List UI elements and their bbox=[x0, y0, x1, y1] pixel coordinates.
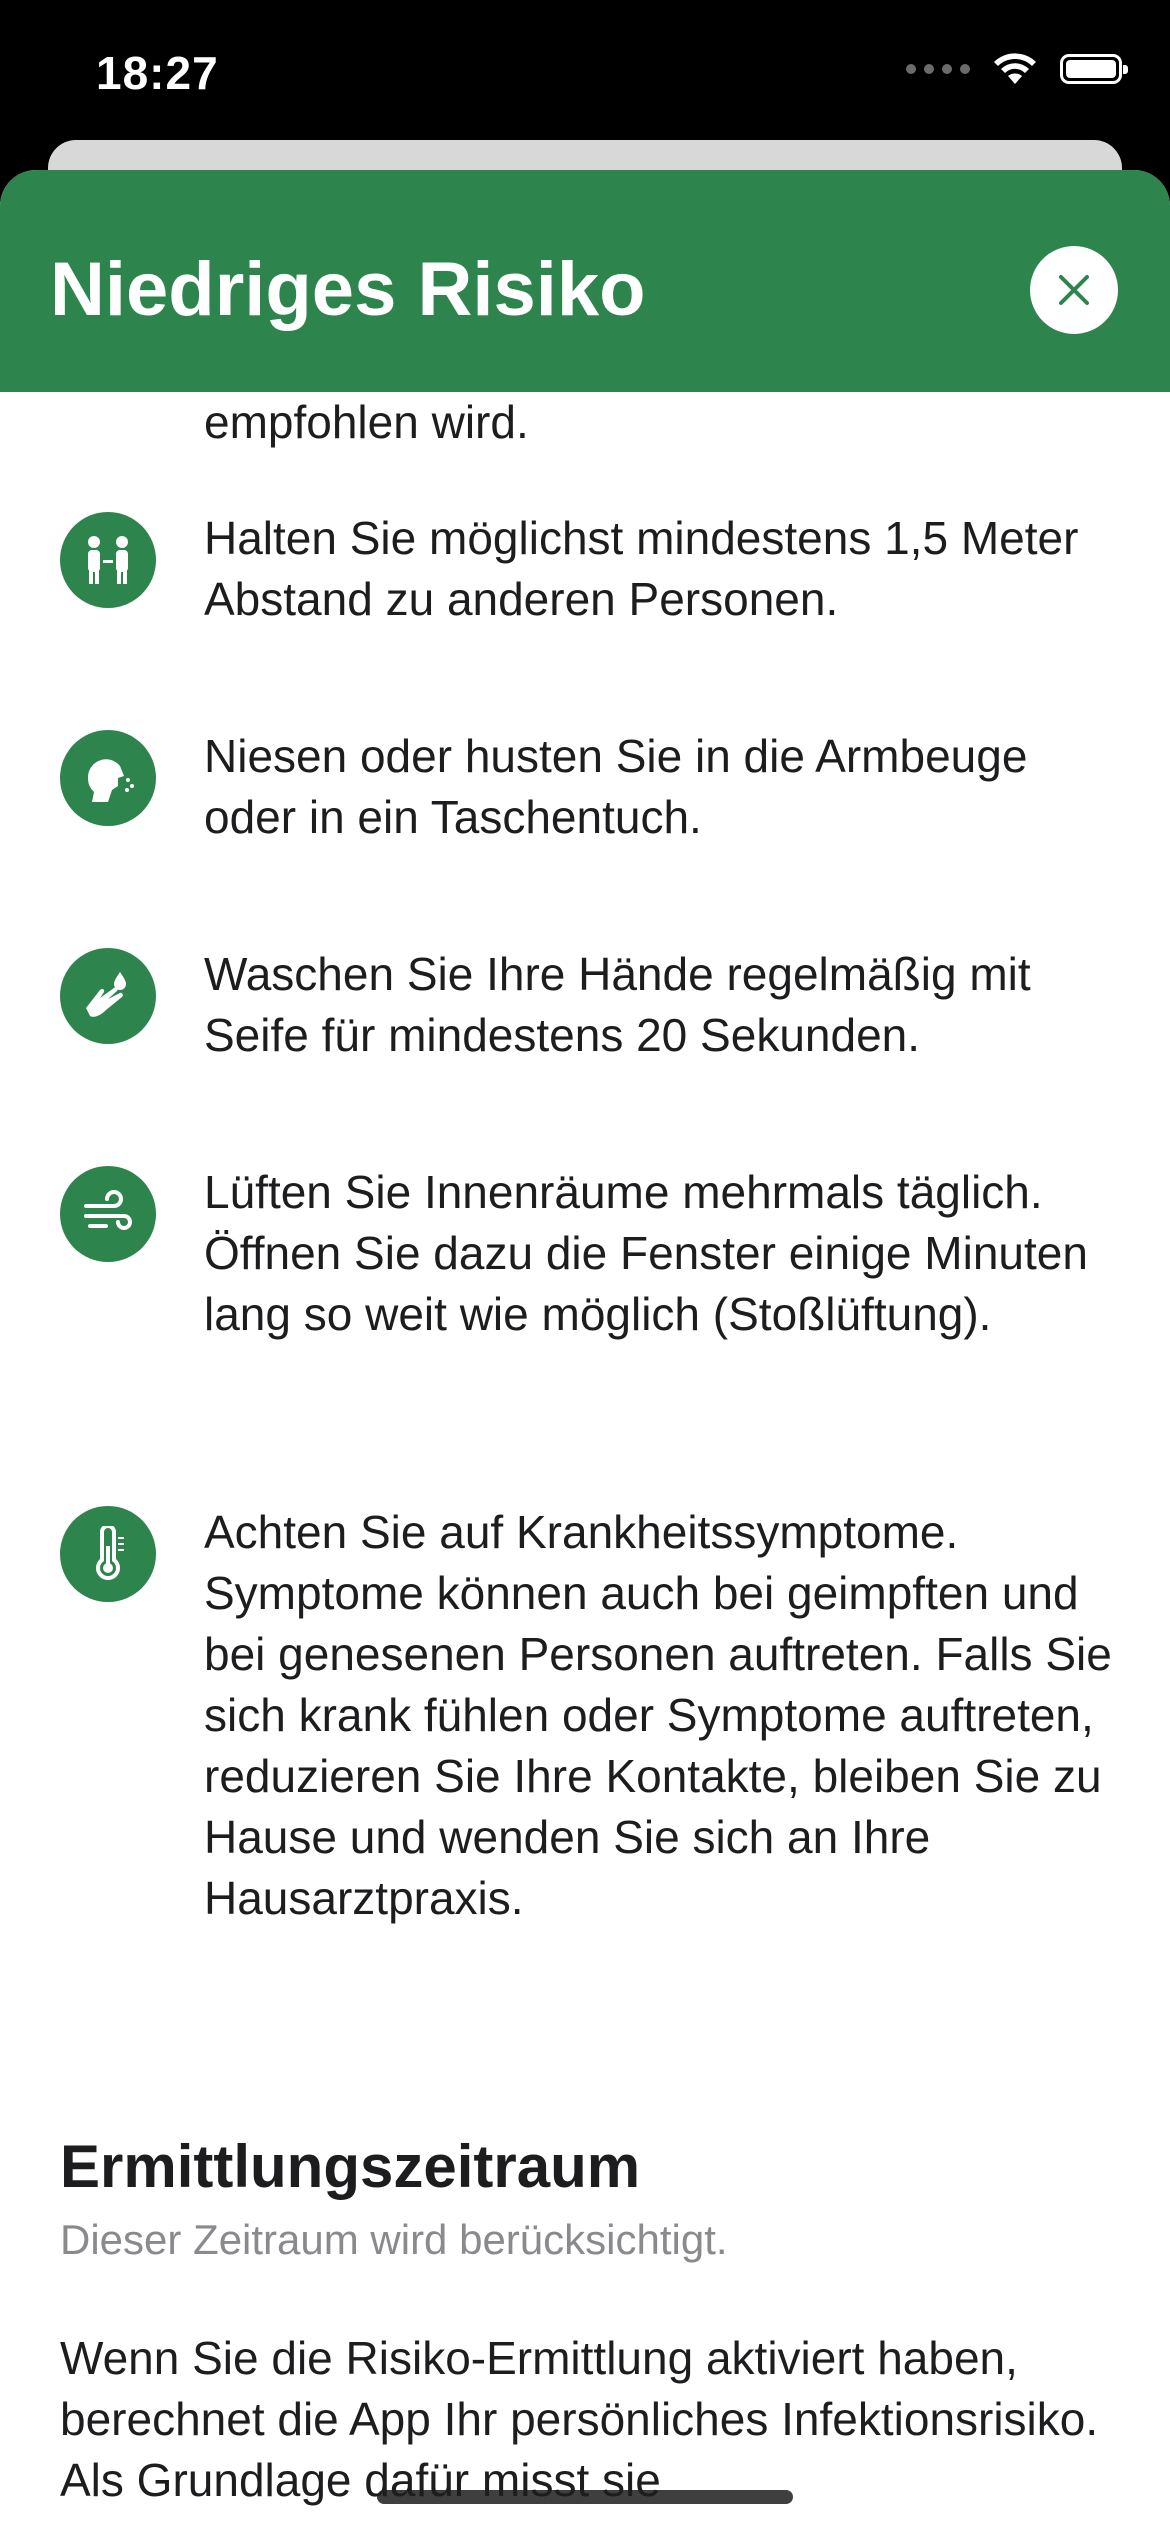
cellular-signal-icon bbox=[906, 64, 970, 74]
tip-text: Halten Sie möglichst mindestens 1,5 Mete… bbox=[204, 512, 1079, 625]
tip-text: Lüften Sie Innenräume mehrmals täglich. … bbox=[204, 1166, 1088, 1340]
close-icon bbox=[1059, 275, 1089, 305]
section-body: Wenn Sie die Risiko-Ermittlung aktiviert… bbox=[60, 2332, 1099, 2506]
wifi-icon bbox=[994, 53, 1036, 84]
close-button[interactable] bbox=[1030, 246, 1118, 334]
sneeze-icon bbox=[60, 730, 156, 826]
battery-icon bbox=[1060, 54, 1128, 84]
risk-detail-sheet: Niedriges Risiko empfohlen wird. Halten … bbox=[0, 170, 1170, 2532]
status-indicators bbox=[906, 52, 1128, 86]
tip-text: Achten Sie auf Krankheitssymptome. Sympt… bbox=[204, 1506, 1112, 1924]
tip-text: Niesen oder husten Sie in die Armbeuge o… bbox=[204, 730, 1028, 843]
distance-people-icon bbox=[60, 512, 156, 608]
status-time: 18:27 bbox=[96, 47, 219, 99]
home-indicator[interactable] bbox=[377, 2490, 793, 2504]
thermometer-icon bbox=[60, 1506, 156, 1602]
sheet-title: Niedriges Risiko bbox=[50, 247, 646, 332]
section-subtitle: Dieser Zeitraum wird berücksichtigt. bbox=[60, 2216, 728, 2263]
partial-text: empfohlen wird. bbox=[204, 396, 529, 448]
ventilation-icon bbox=[60, 1166, 156, 1262]
status-bar: 18:27 bbox=[0, 0, 1170, 150]
sheet-header: Niedriges Risiko bbox=[0, 170, 1170, 392]
section-title: Ermittlungszeitraum bbox=[60, 2133, 641, 2200]
hand-wash-icon bbox=[60, 948, 156, 1044]
tip-text: Waschen Sie Ihre Hände regelmäßig mit Se… bbox=[204, 948, 1031, 1061]
